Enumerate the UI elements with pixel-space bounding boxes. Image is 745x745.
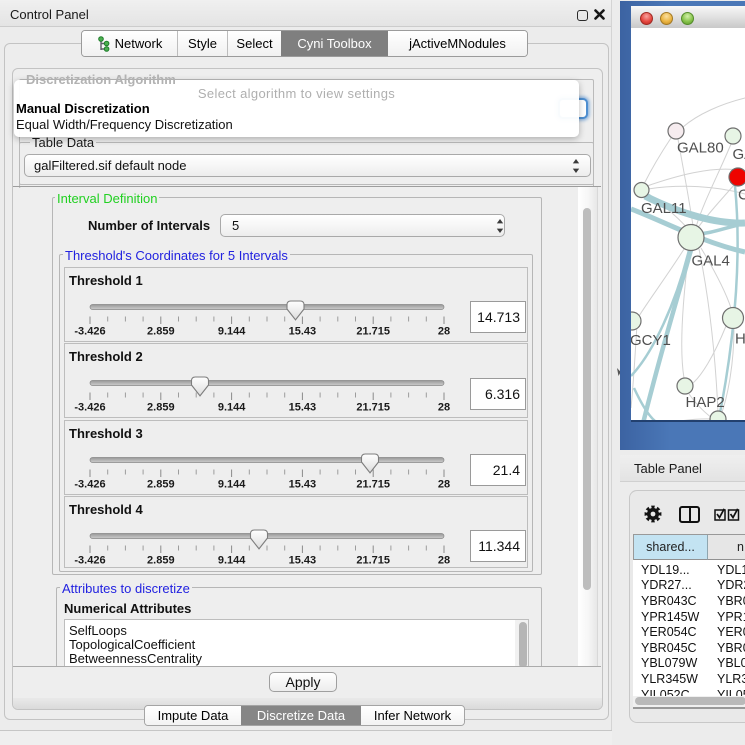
svg-text:21.715: 21.715: [356, 325, 390, 337]
svg-text:GAL11: GAL11: [641, 200, 687, 217]
svg-text:2.859: 2.859: [147, 554, 175, 566]
svg-text:-3.426: -3.426: [74, 478, 105, 490]
svg-text:GAL4: GAL4: [692, 253, 730, 270]
svg-text:15.43: 15.43: [289, 402, 317, 414]
svg-text:21.715: 21.715: [356, 478, 390, 490]
svg-text:2.859: 2.859: [147, 325, 175, 337]
svg-text:GAL80: GAL80: [677, 140, 724, 157]
svg-text:21.715: 21.715: [356, 554, 390, 566]
svg-text:GA: GA: [733, 146, 745, 163]
svg-text:9.144: 9.144: [218, 554, 246, 566]
svg-text:15.43: 15.43: [289, 325, 317, 337]
svg-text:15.43: 15.43: [289, 478, 317, 490]
svg-text:C: C: [738, 187, 745, 204]
svg-text:15.43: 15.43: [289, 554, 317, 566]
svg-text:9.144: 9.144: [218, 478, 246, 490]
svg-text:H: H: [735, 331, 745, 348]
svg-text:-3.426: -3.426: [74, 402, 105, 414]
svg-text:2.859: 2.859: [147, 478, 175, 490]
svg-text:9.144: 9.144: [218, 325, 246, 337]
svg-text:-3.426: -3.426: [74, 325, 105, 337]
svg-text:28: 28: [438, 478, 450, 490]
svg-text:GCY1: GCY1: [631, 332, 671, 349]
svg-text:HAP2: HAP2: [686, 394, 725, 411]
svg-text:28: 28: [438, 402, 450, 414]
svg-text:28: 28: [438, 325, 450, 337]
svg-text:-3.426: -3.426: [74, 554, 105, 566]
svg-text:28: 28: [438, 554, 450, 566]
svg-text:2.859: 2.859: [147, 402, 175, 414]
svg-text:21.715: 21.715: [356, 402, 390, 414]
svg-text:9.144: 9.144: [218, 402, 246, 414]
